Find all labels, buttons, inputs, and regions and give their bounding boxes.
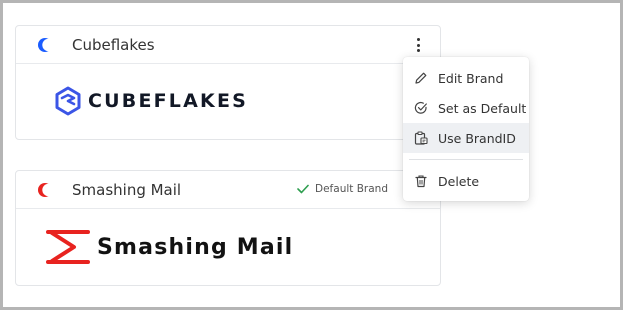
smashing-logo-icon: [46, 230, 90, 264]
brand-context-menu: Edit Brand Set as Default Use BrandID De…: [403, 57, 529, 201]
brand-card-header: Cubeflakes: [16, 26, 440, 64]
check-circle-icon: [414, 101, 428, 115]
menu-item-delete[interactable]: Delete: [403, 166, 529, 196]
brand-logo-area: Smashing Mail: [16, 209, 440, 286]
menu-item-set-default[interactable]: Set as Default: [403, 93, 529, 123]
brand-name: Cubeflakes: [72, 35, 155, 54]
menu-item-label: Edit Brand: [438, 70, 504, 86]
check-icon: [297, 184, 309, 194]
menu-item-label: Delete: [438, 173, 480, 189]
trash-icon: [414, 174, 428, 188]
cubeflakes-logo-text: CUBEFLAKES: [88, 90, 249, 112]
brand-name: Smashing Mail: [72, 180, 182, 199]
cubeflakes-logo: CUBEFLAKES: [54, 86, 248, 116]
moon-icon: [36, 181, 55, 199]
menu-item-use-brandid[interactable]: Use BrandID: [403, 123, 529, 153]
brand-logo-area: CUBEFLAKES: [16, 64, 440, 140]
default-brand-badge: Default Brand: [297, 183, 388, 195]
brand-card-header: Smashing Mail Default Brand: [16, 171, 440, 209]
brand-card-cubeflakes: Cubeflakes CUBEFLAKES: [15, 25, 441, 140]
brand-card-smashing-mail: Smashing Mail Default Brand Smashing Mai…: [15, 170, 441, 286]
default-brand-label: Default Brand: [315, 183, 388, 195]
smashing-mail-logo: Smashing Mail: [46, 229, 293, 265]
cube-logo-icon: [55, 86, 81, 116]
pencil-icon: [414, 71, 428, 85]
more-options-icon[interactable]: [410, 36, 426, 54]
menu-divider: [409, 159, 523, 160]
menu-item-edit-brand[interactable]: Edit Brand: [403, 63, 529, 93]
smashing-mail-logo-text: Smashing Mail: [97, 234, 294, 260]
clipboard-id-icon: [414, 131, 428, 145]
moon-icon: [36, 36, 55, 54]
menu-item-label: Set as Default: [438, 100, 527, 116]
menu-item-label: Use BrandID: [438, 130, 516, 146]
